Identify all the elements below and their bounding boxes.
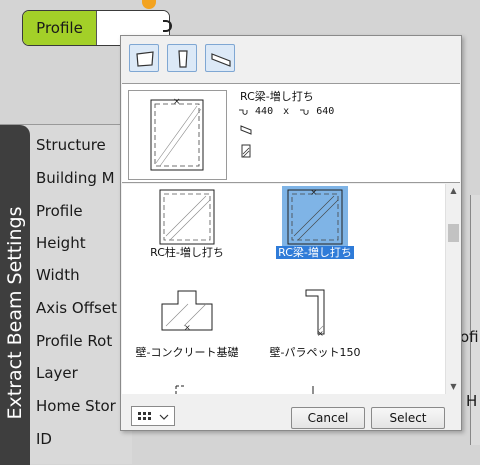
profile-name: RC梁-増し打ち [240,90,314,103]
chevron-down-icon [159,414,169,420]
svg-text:×: × [184,323,191,332]
profile-item-rc-beam[interactable]: × RC梁-増し打ち [260,186,370,266]
profile-item-thumbnail [154,186,220,248]
scroll-thumb[interactable] [448,224,459,242]
right-panel-fragment-h: H [466,392,478,410]
profile-list: RC柱-増し打ち × RC梁-増し打ち × 壁-コンクリート基礎 × 壁-パラペ… [122,184,445,394]
profile-picker-popup: × RC梁-増し打ち 440 x 640 RC柱-増し打ち × RC梁-増し打ち… [120,35,462,431]
profile-list-scrollbar[interactable]: ▲ ▼ [445,184,460,394]
property-profile-rotation: Profile Rot [36,332,113,350]
profile-item-rc-column[interactable]: RC柱-増し打ち [132,186,242,266]
wall-profile-icon [211,53,231,67]
profile-item-thumbnail: × [282,186,348,248]
settings-title-strip: Extract Beam Settings [0,125,30,465]
scroll-up-icon[interactable]: ▲ [446,184,461,198]
property-structure: Structure [36,136,106,154]
profile-item-wall-parapet[interactable]: × 壁-パラペット150 [260,286,370,366]
beam-shape-icon [240,125,252,135]
property-home-story: Home Stor [36,397,116,415]
height-dimension-icon [300,109,309,115]
dimension-separator: x [283,106,290,117]
node-input-grip[interactable] [142,0,156,9]
profile-detail: × RC梁-増し打ち 440 x 640 [122,83,460,183]
select-button[interactable]: Select [371,407,445,429]
profile-item-label: RC梁-増し打ち [276,246,354,259]
settings-panel: Extract Beam Settings Structure Building… [0,124,132,465]
profile-item-thumbnail: × [154,286,220,348]
popup-footer: Cancel Select [121,396,461,430]
beam-profile-icon [136,51,154,67]
profile-dimensions: 440 x 640 [238,106,334,118]
svg-text:×: × [173,97,181,107]
property-height: Height [36,234,86,252]
width-dimension-icon [239,109,248,115]
profile-height-value: 640 [316,106,335,117]
column-profile-icon [178,50,188,68]
profile-item-thumbnail-partial [312,386,314,394]
property-profile: Profile [36,202,83,220]
property-layer: Layer [36,364,78,382]
node-output-grip[interactable] [163,20,172,32]
column-profile-tool[interactable] [167,44,197,72]
profile-width-value: 440 [255,106,274,117]
settings-title: Extract Beam Settings [4,206,26,420]
profile-item-wall-foundation[interactable]: × 壁-コンクリート基礎 [132,286,242,366]
property-id: ID [36,430,52,448]
property-axis-offset: Axis Offset [36,299,117,317]
right-panel-fragment-profile: ofil [460,328,480,346]
cancel-button[interactable]: Cancel [291,407,365,429]
profile-item-label: 壁-コンクリート基礎 [135,346,239,359]
wall-profile-tool[interactable] [205,44,235,72]
grid-view-icon [138,412,151,420]
property-width: Width [36,266,80,284]
beam-profile-tool[interactable] [129,44,159,72]
svg-text:×: × [317,329,324,338]
profile-detail-thumbnail: × [128,90,227,180]
profile-item-label: RC柱-増し打ち [150,246,224,259]
profile-item-thumbnail-partial [175,385,184,394]
property-building: Building M [36,169,115,187]
profile-item-thumbnail: × [282,286,348,348]
scroll-down-icon[interactable]: ▼ [446,380,461,394]
profile-item-label: 壁-パラペット150 [269,346,361,359]
svg-text:×: × [310,188,318,198]
view-mode-dropdown[interactable] [131,406,175,426]
hatch-fill-icon [241,144,251,158]
profile-node-label: Profile [23,11,97,45]
